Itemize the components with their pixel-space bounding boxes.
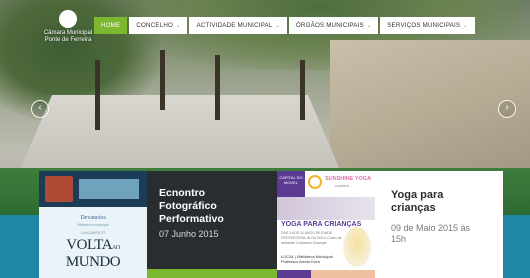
- book-caption-2: LANÇAMENTO: [80, 231, 106, 235]
- nav-label: SERVIÇOS MUNICIPAIS: [387, 22, 461, 29]
- plaza: [20, 95, 340, 170]
- event-title: Ecnontro Fotográfico Performativo: [159, 187, 224, 225]
- site-logo[interactable]: Câmara Municipal Ponte de Ferreira: [40, 10, 96, 44]
- event-date: 09 de Maio 2015 às 15h: [391, 223, 471, 244]
- event-title: Yoga para crianças: [391, 189, 444, 214]
- poster-next-strip: [277, 270, 311, 278]
- book-caption: Biblioteca municipal: [77, 223, 109, 227]
- carousel-next-button[interactable]: ›: [498, 100, 516, 118]
- carousel-prev-button[interactable]: ‹: [31, 100, 49, 118]
- yoga-figure-illustration: [343, 227, 371, 267]
- book-cover-red: [45, 176, 73, 202]
- poster-next-strip-2: [311, 270, 375, 278]
- nav-label: HOME: [101, 22, 121, 29]
- event-card-book[interactable]: Devaneios Biblioteca municipal LANÇAMENT…: [39, 171, 147, 278]
- chevron-down-icon: ⌄: [176, 22, 181, 29]
- event-date: 07 Junho 2015: [159, 229, 219, 239]
- sun-icon: [308, 175, 322, 189]
- sunshine-yoga-logo: SUNSHINE YOGA: [325, 176, 372, 182]
- tree-trunk: [215, 55, 220, 120]
- chevron-down-icon: ⌄: [275, 22, 280, 29]
- next-card-strip: [147, 269, 277, 278]
- poster-sub: sunshine: [335, 184, 350, 188]
- book-title-b: AO: [112, 245, 120, 251]
- event-card-poster[interactable]: CAPITAL DO MOVEL SUNSHINE YOGA sunshine …: [277, 171, 375, 278]
- poster-details: DAS 3 AOS 11 ANOS DE IDADE PROFESSORA: A…: [281, 231, 342, 245]
- nav-item-actividade-municipal[interactable]: ACTIVIDADE MUNICIPAL ⌄: [189, 17, 287, 34]
- logo-line2: Ponte de Ferreira: [44, 37, 92, 43]
- chevron-down-icon: ⌄: [463, 22, 468, 29]
- book-subtitle: Devaneios: [80, 215, 106, 221]
- nav-item-concelho[interactable]: CONCELHO ⌄: [129, 17, 188, 34]
- poster-title: YOGA PARA CRIANÇAS: [281, 221, 362, 228]
- nav-item-servicos-municipais[interactable]: SERVIÇOS MUNICIPAIS ⌄: [380, 17, 475, 34]
- tree-logo-icon: [59, 10, 77, 28]
- book-cover-blue: [79, 179, 139, 199]
- poster-photo: [277, 197, 375, 220]
- poster-location: LOCAL | Biblioteca Municipal Professor A…: [281, 254, 333, 264]
- tree-trunk: [300, 60, 305, 120]
- book-title: VOLTAAO MUNDO: [39, 237, 147, 271]
- nav-item-orgaos-municipais[interactable]: ÓRGÃOS MUNICIPAIS ⌄: [288, 17, 379, 34]
- book-title-c: MUNDO: [65, 254, 121, 270]
- event-card-foto[interactable]: Ecnontro Fotográfico Performativo 07 Jun…: [147, 171, 277, 278]
- capital-do-movel-logo: CAPITAL DO MOVEL: [277, 171, 305, 197]
- nav-label: ÓRGÃOS MUNICIPAIS: [295, 22, 364, 29]
- book-title-a: VOLTA: [66, 237, 113, 253]
- event-card-yoga[interactable]: Yoga para crianças 09 de Maio 2015 às 15…: [375, 171, 503, 278]
- main-nav: HOME CONCELHO ⌄ ACTIVIDADE MUNICIPAL ⌄ Ó…: [94, 17, 475, 34]
- nav-label: ACTIVIDADE MUNICIPAL: [196, 22, 273, 29]
- chevron-down-icon: ⌄: [366, 22, 372, 29]
- nav-item-home[interactable]: HOME: [94, 17, 128, 34]
- tree-trunk: [95, 60, 100, 130]
- nav-label: CONCELHO: [136, 22, 174, 29]
- logo-line1: Câmara Municipal: [43, 30, 93, 36]
- events-strip: Devaneios Biblioteca municipal LANÇAMENT…: [39, 171, 503, 278]
- tree-trunk: [160, 50, 165, 110]
